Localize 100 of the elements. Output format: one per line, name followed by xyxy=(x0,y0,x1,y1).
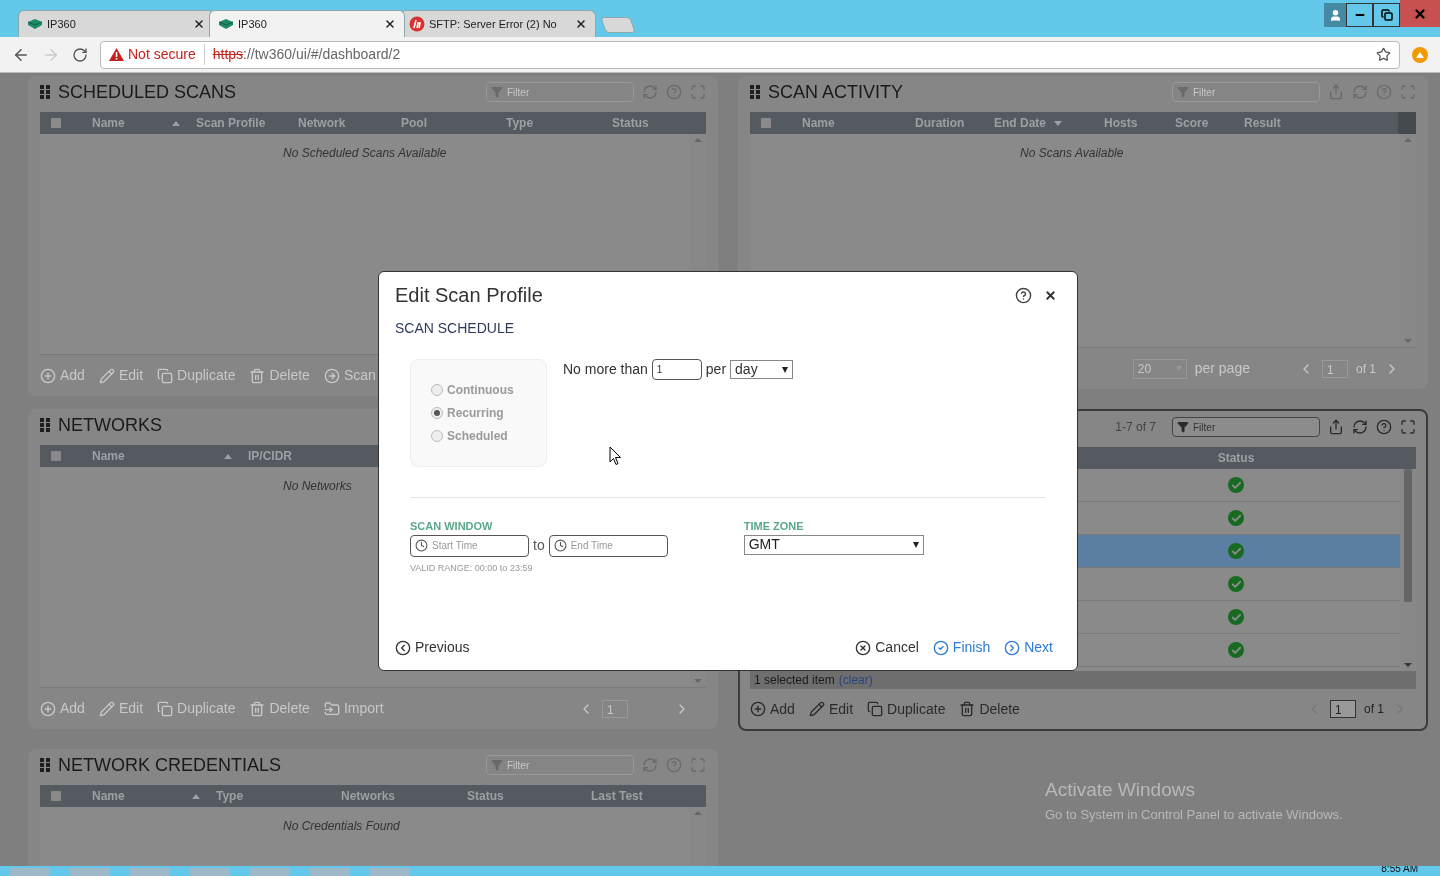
duplicate-action[interactable]: Duplicate xyxy=(157,698,236,719)
page-count: of 1 xyxy=(1364,701,1384,718)
close-icon[interactable] xyxy=(193,18,205,30)
taskbar-app-icon[interactable] xyxy=(10,868,50,876)
expand-icon[interactable] xyxy=(1400,419,1416,435)
select-all-checkbox[interactable] xyxy=(51,791,61,801)
expand-icon[interactable] xyxy=(690,757,706,773)
edit-action[interactable]: Edit xyxy=(98,365,144,386)
help-icon[interactable] xyxy=(1015,286,1032,304)
import-action[interactable]: Import xyxy=(323,698,384,719)
column-header[interactable]: Result xyxy=(1244,114,1281,132)
cancel-button[interactable]: Cancel xyxy=(855,637,919,658)
filter-field[interactable]: Filter xyxy=(1172,82,1320,102)
close-icon[interactable] xyxy=(384,18,396,30)
user-icon[interactable] xyxy=(1324,3,1346,27)
time-zone-select[interactable]: GMT xyxy=(743,534,924,555)
radio-option[interactable]: Recurring xyxy=(431,404,546,422)
add-action[interactable]: Add xyxy=(750,698,795,720)
select-all-checkbox[interactable] xyxy=(51,451,61,461)
period-select[interactable]: day xyxy=(730,360,794,379)
bookmark-star-icon[interactable] xyxy=(1376,47,1391,62)
column-header[interactable]: Pool xyxy=(401,114,427,132)
expand-icon[interactable] xyxy=(1400,84,1416,100)
close-icon[interactable] xyxy=(1044,288,1057,302)
radio-option[interactable]: Continuous xyxy=(431,381,546,399)
grip-icon[interactable] xyxy=(40,418,50,432)
column-header[interactable]: Name xyxy=(92,114,125,132)
column-header[interactable]: IP/CIDR xyxy=(248,447,292,465)
filter-field[interactable]: Filter xyxy=(1172,417,1320,437)
delete-action[interactable]: Delete xyxy=(249,698,310,719)
taskbar-app-icon[interactable] xyxy=(190,868,230,876)
close-button[interactable] xyxy=(1400,0,1440,27)
check-icon xyxy=(1228,609,1244,625)
column-header[interactable]: Name xyxy=(802,114,835,132)
chevron-right-icon xyxy=(1004,639,1021,656)
page-field[interactable]: 1 xyxy=(1330,700,1356,718)
minimize-button[interactable] xyxy=(1346,3,1373,27)
previous-button[interactable]: Previous xyxy=(395,637,470,658)
column-header[interactable]: Name xyxy=(92,447,125,465)
column-header[interactable]: Network xyxy=(298,114,346,132)
restore-button[interactable] xyxy=(1373,3,1400,27)
close-icon[interactable] xyxy=(575,18,587,30)
delete-action[interactable]: Delete xyxy=(249,365,310,386)
address-bar[interactable]: Not secure https://tw360/ui/#/dashboard/2 xyxy=(100,40,1400,69)
edit-action[interactable]: Edit xyxy=(808,698,854,720)
add-action[interactable]: Add xyxy=(40,698,85,719)
column-header[interactable]: Scan Profile xyxy=(196,114,266,132)
clear-link[interactable]: (clear) xyxy=(838,671,873,689)
column-header[interactable]: Duration xyxy=(915,114,965,132)
refresh-icon[interactable] xyxy=(1352,419,1368,435)
page-size-select[interactable]: 20 xyxy=(1132,358,1187,379)
column-header[interactable]: End Date xyxy=(994,114,1046,132)
update-icon[interactable] xyxy=(1412,46,1428,63)
column-header[interactable]: Type xyxy=(216,787,244,805)
taskbar-app-icon[interactable] xyxy=(70,868,110,876)
limit-field[interactable]: 1 xyxy=(651,359,702,380)
column-header[interactable]: Name xyxy=(92,787,125,805)
logo xyxy=(409,16,425,32)
help-icon[interactable] xyxy=(1376,419,1392,435)
column-header[interactable]: Status xyxy=(467,787,504,805)
grip-icon[interactable] xyxy=(750,85,760,99)
radio-button[interactable] xyxy=(431,384,443,396)
grip-icon[interactable] xyxy=(40,758,50,772)
start-time-field[interactable]: Start Time xyxy=(410,534,529,557)
column-header[interactable]: Last Test xyxy=(591,787,643,805)
finish-button[interactable]: Finish xyxy=(932,637,991,658)
scan-action[interactable]: Scan xyxy=(323,365,376,386)
duplicate-action[interactable]: Duplicate xyxy=(157,365,236,386)
grip-icon[interactable] xyxy=(40,85,50,99)
filter-field[interactable]: Filter xyxy=(486,755,634,775)
end-time-field[interactable]: End Time xyxy=(548,534,668,557)
edit-action[interactable]: Edit xyxy=(98,698,144,719)
browser-tab[interactable]: IP360 xyxy=(209,10,405,37)
radio-option[interactable]: Scheduled xyxy=(431,427,546,445)
duplicate-action[interactable]: Duplicate xyxy=(867,698,946,720)
taskbar-app-icon[interactable] xyxy=(370,868,410,876)
column-header[interactable]: Score xyxy=(1175,114,1209,132)
expand-icon[interactable] xyxy=(690,84,706,100)
taskbar-app-icon[interactable] xyxy=(250,868,290,876)
add-icon xyxy=(40,700,56,717)
new-tab-button[interactable] xyxy=(600,17,636,33)
page-field[interactable]: 1 xyxy=(1322,359,1348,378)
delete-action[interactable]: Delete xyxy=(959,698,1020,720)
select-all-checkbox[interactable] xyxy=(51,118,61,128)
select-all-checkbox[interactable] xyxy=(761,118,771,128)
column-header[interactable]: Status xyxy=(1186,449,1286,467)
radio-button[interactable] xyxy=(431,407,443,419)
next-button[interactable]: Next xyxy=(1004,637,1053,658)
reload-icon[interactable] xyxy=(72,46,88,63)
column-header[interactable]: Type xyxy=(506,114,534,132)
taskbar-app-icon[interactable] xyxy=(130,868,170,876)
column-header[interactable]: Status xyxy=(612,114,649,132)
radio-button[interactable] xyxy=(431,430,443,442)
page-field[interactable]: 1 xyxy=(602,699,628,718)
column-header[interactable]: Networks xyxy=(341,787,396,805)
add-action[interactable]: Add xyxy=(40,365,85,386)
column-header[interactable]: Hosts xyxy=(1104,114,1138,132)
export-icon[interactable] xyxy=(1328,419,1344,435)
filter-field[interactable]: Filter xyxy=(486,82,634,102)
taskbar-app-icon[interactable] xyxy=(310,868,350,876)
